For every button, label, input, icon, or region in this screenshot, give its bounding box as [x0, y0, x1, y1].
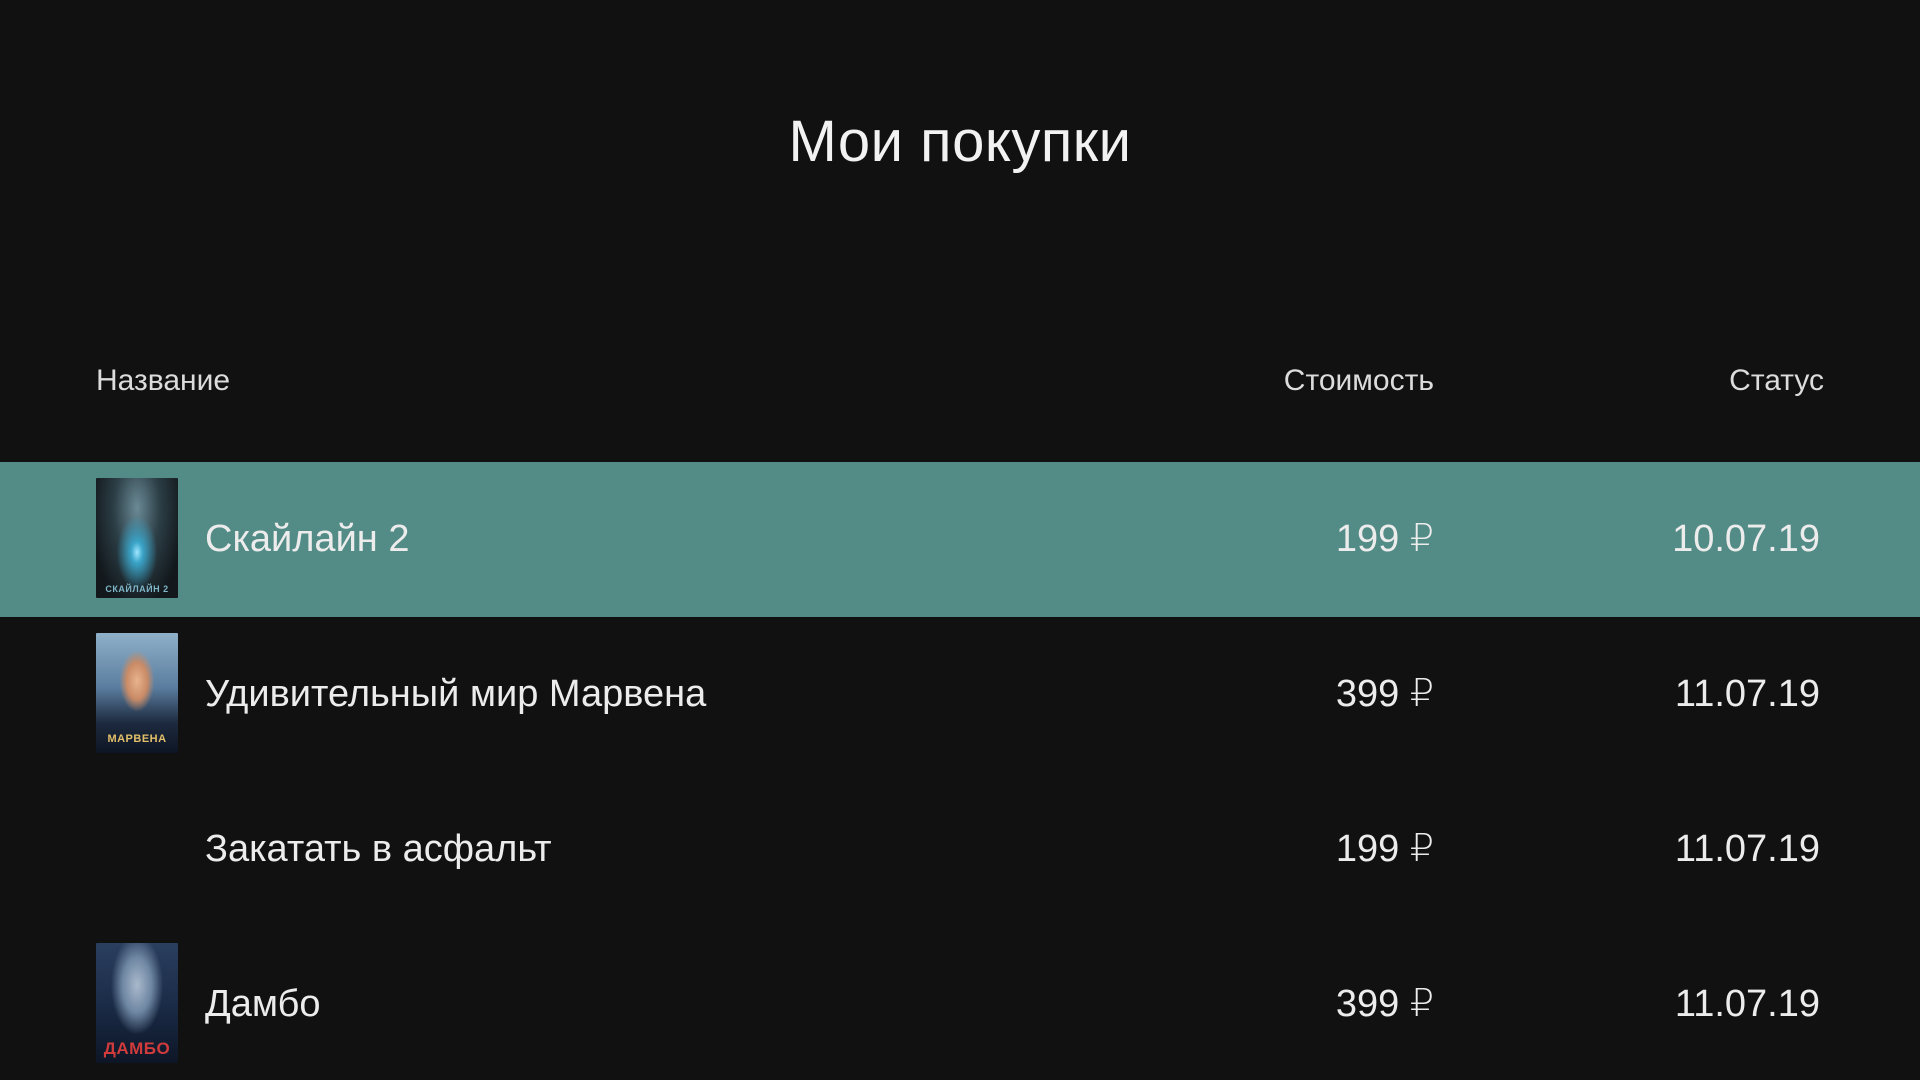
table-header: Название Стоимость Статус	[0, 358, 1920, 404]
purchase-price: 199 ₽	[1335, 518, 1434, 560]
purchase-row-skyline-2[interactable]: СКАЙЛАЙН 2 Скайлайн 2 199 ₽ 10.07.19	[0, 462, 1920, 617]
poster-caption: МАРВЕНА	[107, 733, 167, 745]
purchase-title: Удивительный мир Марвена	[205, 673, 707, 715]
movie-poster: МАРВЕНА	[96, 633, 178, 753]
movie-poster-placeholder	[96, 788, 178, 908]
purchase-status: 11.07.19	[1674, 983, 1820, 1025]
purchase-title: Закатать в асфальт	[205, 828, 552, 870]
purchases-list: СКАЙЛАЙН 2 Скайлайн 2 199 ₽ 10.07.19 МАР…	[0, 462, 1920, 1080]
purchase-price: 399 ₽	[1335, 983, 1434, 1025]
column-header-status: Статус	[1729, 364, 1824, 397]
purchase-title: Скайлайн 2	[205, 518, 410, 560]
purchase-status: 10.07.19	[1672, 518, 1820, 560]
poster-caption: ДАМБО	[103, 1039, 171, 1058]
movie-poster: ДАМБО	[96, 943, 178, 1063]
purchase-title: Дамбо	[205, 983, 321, 1025]
column-header-name: Название	[96, 364, 231, 397]
movie-poster: СКАЙЛАЙН 2	[96, 478, 178, 598]
purchase-row-dumbo[interactable]: ДАМБО Дамбо 399 ₽ 11.07.19	[0, 927, 1920, 1080]
page-title: Мои покупки	[788, 109, 1132, 174]
purchase-row-asphalt[interactable]: Закатать в асфальт 199 ₽ 11.07.19	[0, 772, 1920, 927]
poster-caption: СКАЙЛАЙН 2	[105, 584, 169, 594]
purchase-row-marwen[interactable]: МАРВЕНА Удивительный мир Марвена 399 ₽ 1…	[0, 617, 1920, 772]
purchase-status: 11.07.19	[1674, 673, 1820, 715]
column-header-price: Стоимость	[1283, 364, 1434, 397]
purchase-status: 11.07.19	[1674, 828, 1820, 870]
purchase-price: 399 ₽	[1335, 673, 1434, 715]
purchases-page: Мои покупки Название Стоимость Статус СК…	[0, 0, 1920, 1080]
purchase-price: 199 ₽	[1335, 828, 1434, 870]
